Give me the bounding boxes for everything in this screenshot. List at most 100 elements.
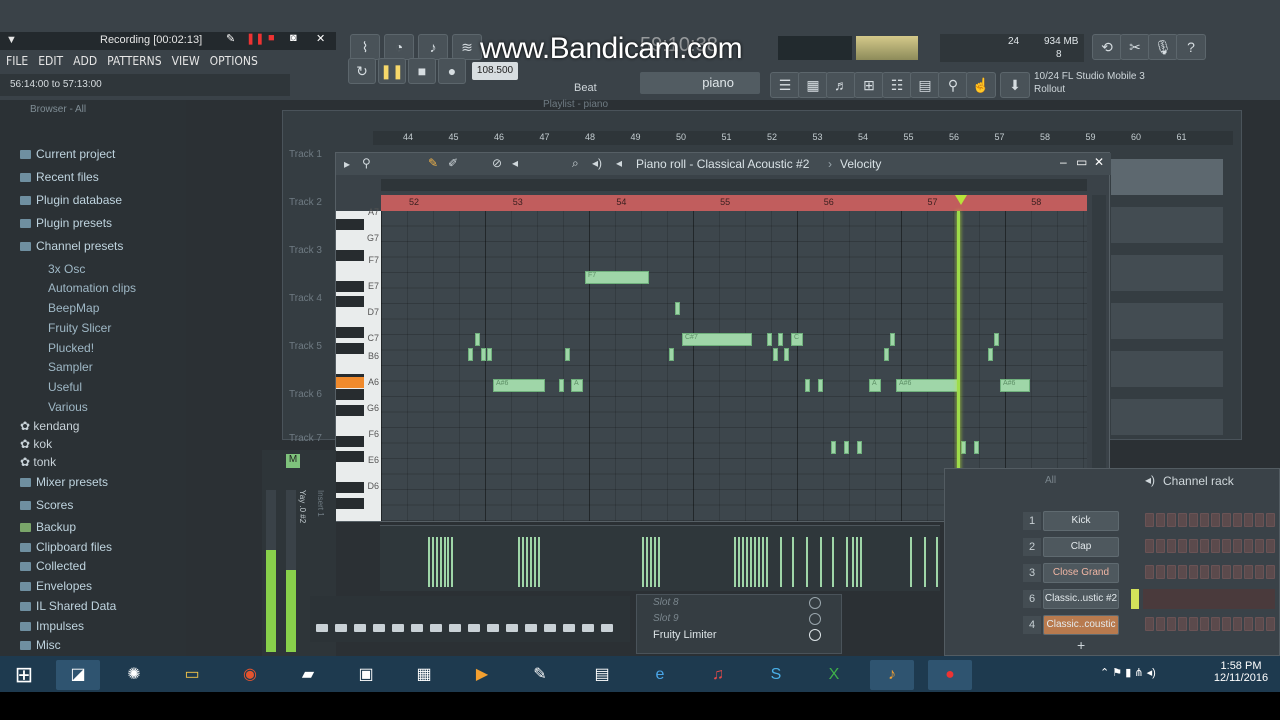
note[interactable]: [857, 441, 862, 454]
app-icon[interactable]: ▤: [580, 660, 624, 690]
velocity-bar[interactable]: [451, 537, 453, 587]
channel-filter[interactable]: All: [1045, 475, 1056, 486]
step-button[interactable]: [1167, 565, 1176, 579]
menu-add[interactable]: ADD: [67, 50, 101, 68]
fader[interactable]: [373, 624, 385, 632]
app-icon[interactable]: ◪: [56, 660, 100, 690]
browser-item[interactable]: Envelopes: [20, 579, 92, 593]
mix-knob[interactable]: [809, 597, 821, 609]
browser-subitem[interactable]: 3x Osc: [48, 262, 85, 276]
fader[interactable]: [411, 624, 423, 632]
download-icon[interactable]: ⬇: [1000, 72, 1030, 98]
velocity-bar[interactable]: [534, 537, 536, 587]
fader[interactable]: [544, 624, 556, 632]
note[interactable]: [974, 441, 979, 454]
velocity-bar[interactable]: [846, 537, 848, 587]
channel-number[interactable]: 1: [1023, 512, 1041, 530]
browser-item[interactable]: Plugin database: [20, 193, 122, 207]
step-button[interactable]: [1211, 539, 1220, 553]
piano-roll-scrollbar[interactable]: [381, 179, 1087, 191]
black-key[interactable]: [336, 498, 364, 509]
track-label[interactable]: Track 5: [289, 341, 322, 352]
close-icon[interactable]: ✕: [316, 32, 325, 45]
black-key[interactable]: [336, 482, 364, 493]
menu-view[interactable]: VIEW: [166, 50, 204, 68]
browser-item[interactable]: Plugin presets: [20, 216, 112, 230]
track-label[interactable]: Track 7: [289, 433, 322, 444]
time-signature-icon[interactable]: ♪: [418, 34, 448, 60]
step-button[interactable]: [1266, 513, 1275, 527]
velocity-bar[interactable]: [806, 537, 808, 587]
metronome-icon[interactable]: ◔: [384, 34, 414, 60]
menu-arrow-icon[interactable]: ▸: [344, 157, 350, 171]
velocity-bar[interactable]: [936, 537, 938, 587]
black-key[interactable]: [336, 389, 364, 400]
step-button[interactable]: [1178, 513, 1187, 527]
note[interactable]: [559, 379, 564, 392]
pause-rec-icon[interactable]: ❚❚: [246, 32, 264, 45]
step-button[interactable]: [1222, 539, 1231, 553]
minimize-icon[interactable]: –: [1060, 155, 1067, 169]
note[interactable]: [994, 333, 999, 346]
camera-icon[interactable]: ◙: [290, 32, 297, 44]
browser-item[interactable]: Collected: [20, 559, 86, 573]
note[interactable]: [831, 441, 836, 454]
note[interactable]: [784, 348, 789, 361]
step-button[interactable]: [1222, 565, 1231, 579]
fx-slot[interactable]: Slot 8: [653, 597, 679, 608]
black-key[interactable]: [336, 451, 364, 462]
step-button[interactable]: [1167, 539, 1176, 553]
step-button[interactable]: [1244, 513, 1253, 527]
black-key[interactable]: [336, 250, 364, 261]
note[interactable]: [767, 333, 772, 346]
velocity-bar[interactable]: [754, 537, 756, 587]
velocity-bar[interactable]: [738, 537, 740, 587]
file-icon[interactable]: ▤: [910, 72, 940, 98]
mixer-faders[interactable]: [310, 596, 630, 642]
fx-slot[interactable]: Slot 9: [653, 613, 679, 624]
snap-icon[interactable]: ⌇: [350, 34, 380, 60]
browser-subitem[interactable]: Fruity Slicer: [48, 321, 111, 335]
browser-item[interactable]: Backup: [20, 520, 76, 534]
pattern-clip[interactable]: [1111, 351, 1223, 387]
channel-button-clap[interactable]: Clap: [1043, 537, 1119, 557]
add-channel-icon[interactable]: +: [1077, 637, 1085, 653]
velocity-bar[interactable]: [746, 537, 748, 587]
step-button[interactable]: [1255, 565, 1264, 579]
app-icon[interactable]: ▣: [344, 660, 388, 690]
step-button[interactable]: [1167, 617, 1176, 631]
velocity-bar[interactable]: [658, 537, 660, 587]
menu-options[interactable]: OPTIONS: [204, 50, 262, 68]
step-button[interactable]: [1255, 539, 1264, 553]
browser-item[interactable]: ✿ tonk: [20, 455, 56, 469]
media-icon[interactable]: ▶: [460, 660, 504, 690]
paint-icon[interactable]: ✎: [518, 660, 562, 690]
step-button[interactable]: [1145, 513, 1154, 527]
system-clock[interactable]: 1:58 PM 12/11/2016: [1208, 660, 1274, 684]
browser-subitem[interactable]: Various: [48, 400, 88, 414]
fader[interactable]: [354, 624, 366, 632]
track-label[interactable]: Track 3: [289, 245, 322, 256]
stop-button[interactable]: ■: [408, 58, 436, 84]
track-label[interactable]: Track 6: [289, 389, 322, 400]
note[interactable]: [675, 302, 680, 315]
step-button[interactable]: [1266, 565, 1275, 579]
fader[interactable]: [506, 624, 518, 632]
fader[interactable]: [392, 624, 404, 632]
step-button[interactable]: [1255, 513, 1264, 527]
step-button[interactable]: [1145, 539, 1154, 553]
velocity-bar[interactable]: [820, 537, 822, 587]
mute-button[interactable]: M: [286, 454, 300, 468]
step-button[interactable]: [1145, 617, 1154, 631]
speaker-icon[interactable]: ◂): [592, 156, 602, 170]
note[interactable]: [844, 441, 849, 454]
piano-roll-icon[interactable]: ♬: [826, 72, 856, 98]
browser-subitem[interactable]: Automation clips: [48, 281, 136, 295]
maximize-icon[interactable]: ▭: [1076, 155, 1087, 169]
browser-item[interactable]: Recent files: [20, 170, 99, 184]
step-button[interactable]: [1222, 513, 1231, 527]
step-button[interactable]: [1244, 617, 1253, 631]
browser-icon[interactable]: ⊞: [854, 72, 884, 98]
step-button[interactable]: [1211, 513, 1220, 527]
browser-item[interactable]: Misc: [20, 638, 61, 652]
